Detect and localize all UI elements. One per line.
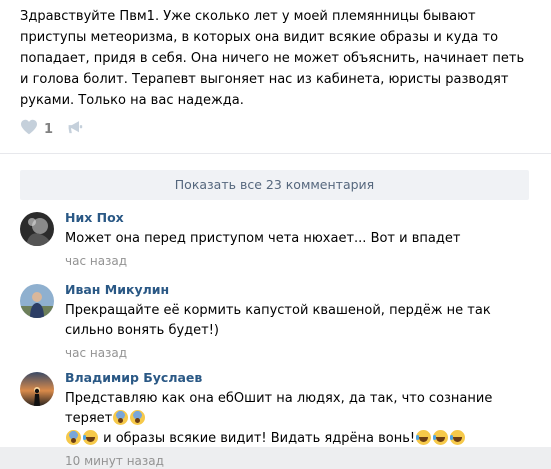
- avatar[interactable]: [20, 284, 54, 318]
- fearful-face-emoji-icon: [130, 410, 146, 425]
- like-button[interactable]: 1: [20, 119, 53, 139]
- comment-author[interactable]: Владимир Буслаев: [65, 369, 535, 387]
- avatar[interactable]: [20, 212, 54, 246]
- comment-date[interactable]: час назад: [65, 345, 535, 361]
- comment-text: Представляю как она ебОшит на людях, да …: [65, 389, 535, 449]
- comment-text: Может она перед приступом чета нюхает...…: [65, 231, 461, 246]
- post-card: Здравствуйте Пвм1. Уже сколько лет у мое…: [0, 0, 551, 468]
- like-count: 1: [44, 121, 54, 137]
- tears-of-joy-emoji-icon: [433, 430, 449, 445]
- megaphone-icon: [67, 120, 83, 139]
- comment-author[interactable]: Иван Микулин: [65, 281, 535, 299]
- comment-date[interactable]: 10 минут назад: [65, 453, 535, 469]
- fearful-face-emoji-icon: [66, 430, 81, 445]
- show-all-comments-button[interactable]: Показать все 23 комментария: [20, 170, 529, 200]
- comment-date[interactable]: час назад: [65, 253, 535, 269]
- share-button[interactable]: [67, 120, 83, 139]
- post-text: Здравствуйте Пвм1. Уже сколько лет у мое…: [20, 9, 525, 108]
- comment-text-part: и образы всякие видит! Видать ядрёна вон…: [99, 431, 416, 446]
- post-divider: [0, 153, 551, 154]
- post-actions: 1: [20, 118, 83, 140]
- tears-of-joy-emoji-icon: [416, 430, 432, 445]
- tears-of-joy-emoji-icon: [450, 430, 466, 445]
- tears-of-joy-emoji-icon: [83, 430, 98, 445]
- comment-text: Прекращайте её кормить капустой квашеной…: [65, 303, 491, 338]
- fearful-face-emoji-icon: [113, 410, 129, 425]
- avatar[interactable]: [20, 372, 54, 406]
- comment-text-part: Представляю как она ебОшит на людях, да …: [65, 391, 493, 426]
- comment-author[interactable]: Них Пох: [65, 209, 535, 227]
- heart-icon: [20, 119, 38, 139]
